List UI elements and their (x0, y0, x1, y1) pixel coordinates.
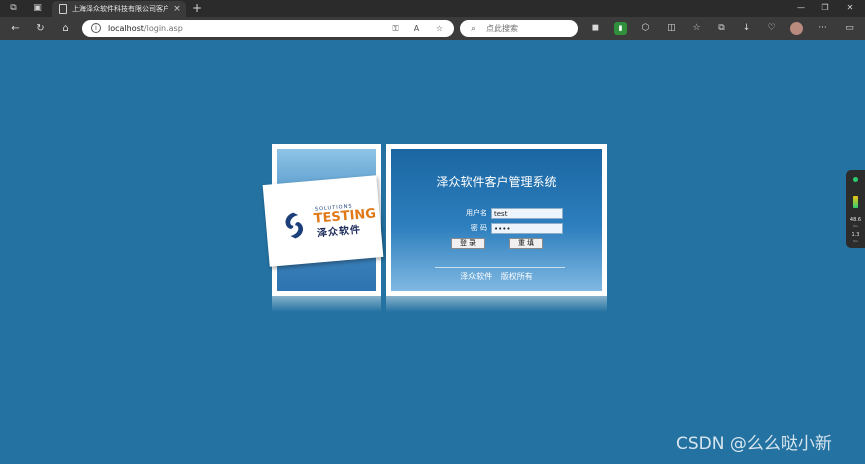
username-input[interactable] (491, 208, 563, 219)
extension-icon[interactable]: ◼ (589, 22, 602, 35)
browser-essentials-icon[interactable]: ♡ (765, 22, 778, 35)
login-button[interactable]: 登 录 (451, 238, 485, 249)
logo-panel-reflection (272, 296, 381, 312)
upload-unit: K/s (853, 224, 858, 228)
more-menu-icon[interactable]: ··· (816, 22, 829, 35)
close-window-button[interactable]: ✕ (843, 2, 857, 14)
green-extension-icon[interactable]: ▮ (614, 22, 627, 35)
favorite-star-icon[interactable]: ☆ (434, 23, 445, 34)
url-host: localhost (108, 24, 144, 33)
collections-icon[interactable]: ⧉ (715, 22, 728, 35)
login-panel-reflection (386, 296, 607, 312)
password-input[interactable] (491, 223, 563, 234)
minimize-button[interactable]: — (794, 2, 808, 14)
footer-divider (435, 267, 565, 268)
site-info-icon[interactable]: i (91, 23, 101, 33)
restore-button[interactable]: ❐ (818, 2, 832, 14)
reset-button[interactable]: 重 填 (509, 238, 543, 249)
home-icon[interactable]: ⌂ (59, 22, 72, 35)
extensions-puzzle-icon[interactable]: ⬡ (639, 22, 652, 35)
favorites-icon[interactable]: ☆ (690, 22, 703, 35)
copyright-text: 泽众软件 版权所有 (460, 272, 533, 281)
url-path: /login.asp (143, 24, 183, 33)
read-aloud-icon[interactable]: A (411, 23, 422, 34)
password-label: 密 码 (470, 224, 487, 232)
search-box[interactable]: ⌕ 点此搜索 (460, 20, 578, 37)
download-unit: K/s (853, 239, 858, 243)
refresh-icon[interactable]: ↻ (34, 22, 47, 35)
watermark-text: CSDN @么么哒小新 (676, 434, 832, 454)
tab-actions-icon[interactable]: ▣ (32, 3, 43, 14)
browser-toolbar: ← ↻ ⌂ i localhost/login.asp ⚿ A ☆ ⌕ 点此搜索… (0, 17, 865, 40)
login-panel: 泽众软件客户管理系统 用户名 密 码 登 录 重 填 泽众软件 版权所有 (391, 149, 602, 291)
key-icon[interactable]: ⚿ (390, 23, 401, 34)
company-logo-card: SOLUTIONS TESTING 泽众软件 (262, 175, 384, 267)
login-panel-frame: 泽众软件客户管理系统 用户名 密 码 登 录 重 填 泽众软件 版权所有 (386, 144, 607, 296)
page-icon (59, 4, 67, 14)
download-speed: 1.3 (851, 232, 860, 238)
tab-title: 上海泽众软件科技有限公司客户 (72, 5, 168, 13)
tab-bar: ⧉ ▣ 上海泽众软件科技有限公司客户 × + — ❐ ✕ (0, 0, 865, 17)
downloads-icon[interactable]: ↓ (740, 22, 753, 35)
speed-bar-icon (853, 196, 858, 208)
upload-speed: 48.6 (849, 217, 862, 223)
address-bar[interactable]: i localhost/login.asp ⚿ A ☆ (82, 20, 454, 37)
status-dot-icon (853, 177, 858, 182)
search-icon: ⌕ (471, 24, 476, 33)
company-logo-icon (285, 212, 304, 239)
workspaces-icon[interactable]: ⧉ (8, 3, 19, 14)
new-tab-button[interactable]: + (190, 1, 204, 16)
profile-avatar[interactable] (790, 22, 803, 35)
sidebar-toggle-icon[interactable]: ▭ (843, 22, 856, 35)
close-tab-icon[interactable]: × (172, 3, 182, 15)
active-tab[interactable]: 上海泽众软件科技有限公司客户 × (52, 1, 186, 17)
url-text[interactable]: localhost/login.asp (108, 23, 183, 34)
search-placeholder: 点此搜索 (486, 24, 518, 33)
system-title: 泽众软件客户管理系统 (436, 175, 557, 189)
network-speed-widget[interactable]: 48.6 K/s 1.3 K/s (846, 170, 865, 248)
back-icon[interactable]: ← (9, 22, 22, 35)
username-label: 用户名 (466, 209, 487, 217)
split-screen-icon[interactable]: ◫ (665, 22, 678, 35)
